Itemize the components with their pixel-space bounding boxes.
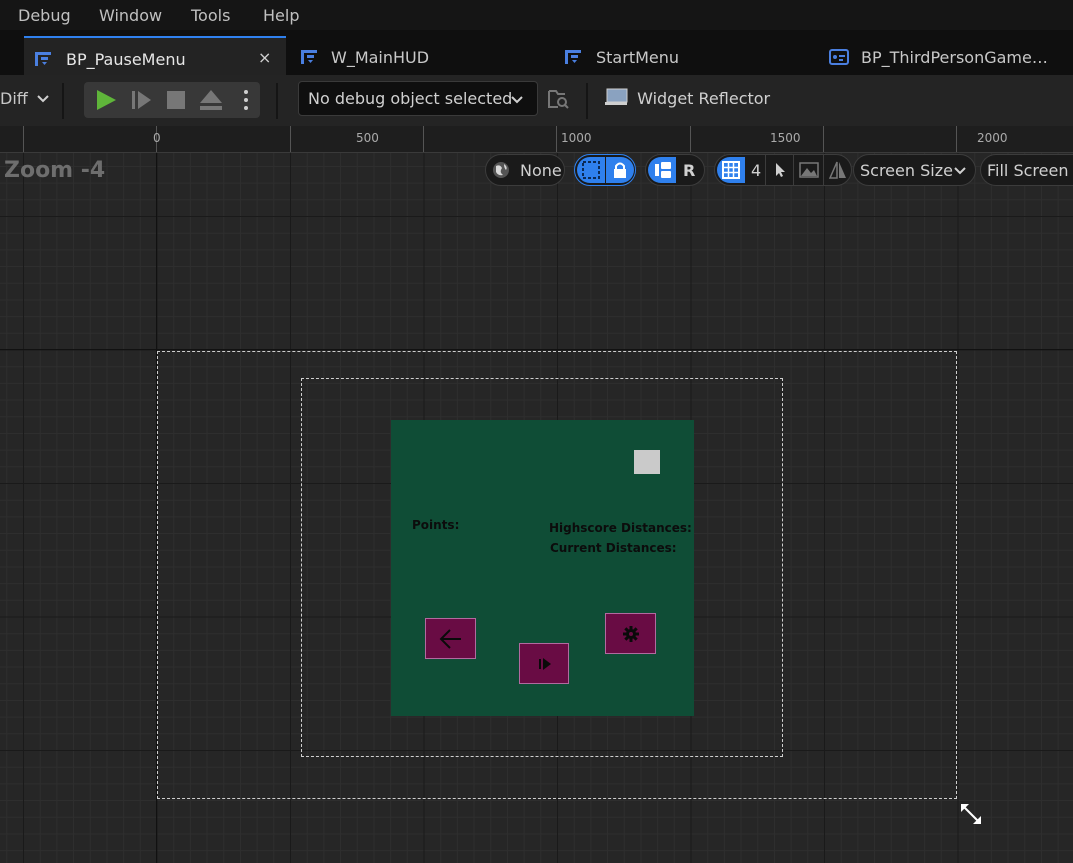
ruler-label: 2000 <box>977 131 1008 145</box>
menu-debug[interactable]: Debug <box>18 6 71 25</box>
tab-bp-thirdpersongame[interactable]: BP_ThirdPersonGame… <box>820 36 1073 75</box>
lock-icon <box>614 162 626 178</box>
highscore-distances-label: Highscore Distances: <box>549 521 692 535</box>
menu-bar: Debug Window Tools Help <box>0 0 1073 30</box>
close-icon[interactable]: × <box>258 48 271 67</box>
diff-dropdown[interactable]: Diff <box>0 89 49 108</box>
gamemode-blueprint-icon <box>829 49 849 65</box>
mirror-icon[interactable] <box>828 161 848 179</box>
cursor-icon[interactable] <box>773 162 787 178</box>
play-icon <box>539 658 551 670</box>
ruler-label: 0 <box>153 131 161 145</box>
debug-filter-icon[interactable] <box>547 88 569 110</box>
localization-preview-button[interactable]: None <box>485 154 565 186</box>
menu-window[interactable]: Window <box>99 6 162 25</box>
grid-snap-toggle[interactable] <box>717 157 745 183</box>
menu-help[interactable]: Help <box>263 6 299 25</box>
tab-startmenu[interactable]: StartMenu <box>554 36 816 75</box>
toolbar: Diff No debug object selected Widget Ref… <box>0 75 1073 126</box>
arrow-left-icon <box>439 629 461 649</box>
fill-screen-dropdown[interactable]: Fill Screen <box>980 154 1073 186</box>
ruler-tick <box>23 126 24 152</box>
play-icon[interactable] <box>94 89 118 111</box>
respect-locks-label[interactable]: R <box>683 161 695 180</box>
tab-bp-pausemenu[interactable]: BP_PauseMenu × <box>24 36 286 75</box>
grid-snap-group: 4 <box>714 154 852 186</box>
ruler-tick <box>690 126 691 152</box>
grid-icon <box>722 161 740 179</box>
eject-icon[interactable] <box>199 89 223 111</box>
toolbar-divider <box>62 83 64 119</box>
tab-label: StartMenu <box>596 48 680 67</box>
origin-axis-horizontal <box>0 349 1073 350</box>
zoom-level: Zoom -4 <box>4 158 106 183</box>
tab-label: BP_PauseMenu <box>66 50 186 69</box>
tab-label: BP_ThirdPersonGame… <box>861 48 1048 67</box>
grid-snap-value[interactable]: 4 <box>751 161 761 180</box>
dashed-outline-icon <box>582 161 600 179</box>
pill-divider <box>823 155 824 185</box>
step-icon[interactable] <box>131 90 153 110</box>
debug-object-select[interactable]: No debug object selected <box>298 81 538 116</box>
widget-reflector-label: Widget Reflector <box>637 89 771 108</box>
ruler-tick <box>423 126 424 152</box>
settings-button[interactable] <box>605 613 656 654</box>
back-button[interactable] <box>425 618 476 659</box>
chevron-down-icon <box>954 167 966 175</box>
respect-locks-group: R <box>645 154 705 186</box>
diff-label: Diff <box>0 89 28 108</box>
ruler-tick <box>823 126 824 152</box>
chevron-down-icon <box>37 95 49 103</box>
debug-object-label: No debug object selected <box>308 89 513 108</box>
stop-icon[interactable] <box>166 90 186 110</box>
current-distances-label: Current Distances: <box>550 541 677 555</box>
widget-blueprint-icon <box>565 50 581 64</box>
dashed-outline-toggle[interactable] <box>577 157 605 183</box>
globe-icon <box>493 162 509 178</box>
toolbar-divider <box>586 83 588 119</box>
widget-reflector-button[interactable]: Widget Reflector <box>604 87 770 108</box>
widget-layout-toggle[interactable] <box>648 157 676 183</box>
outline-lock-group <box>574 154 636 186</box>
ruler-tick <box>556 126 557 152</box>
chevron-down-icon <box>511 96 523 104</box>
widget-blueprint-icon <box>35 52 51 66</box>
close-image-widget[interactable] <box>634 450 660 474</box>
screen-size-label: Screen Size <box>860 161 953 180</box>
ruler-label: 500 <box>356 131 379 145</box>
play-controls <box>84 82 260 118</box>
widget-blueprint-icon <box>301 50 317 64</box>
localization-label: None <box>520 161 562 180</box>
fill-screen-label: Fill Screen <box>987 161 1069 180</box>
layout-icon <box>655 162 671 178</box>
points-label: Points: <box>412 518 460 532</box>
ruler-tick <box>956 126 957 152</box>
tab-w-mainhud[interactable]: W_MainHUD <box>290 36 548 75</box>
pill-divider <box>793 155 794 185</box>
screen-size-dropdown[interactable]: Screen Size <box>853 154 976 186</box>
resume-button[interactable] <box>519 643 569 684</box>
pill-divider <box>765 155 766 185</box>
widget-reflector-icon <box>605 88 628 105</box>
more-options-icon[interactable] <box>242 89 250 111</box>
ruler-label: 1000 <box>561 131 592 145</box>
gear-icon <box>623 626 639 642</box>
ruler-label: 1500 <box>770 131 801 145</box>
toolbar-divider <box>276 83 278 119</box>
tab-bar: BP_PauseMenu × W_MainHUD StartMenu BP_Th… <box>0 30 1073 75</box>
ruler-tick <box>290 126 291 152</box>
lock-toggle[interactable] <box>606 157 634 183</box>
resize-handle-icon[interactable] <box>958 801 984 827</box>
menu-tools[interactable]: Tools <box>191 6 230 25</box>
horizontal-ruler: 0 500 1000 1500 2000 <box>0 126 1073 153</box>
image-icon[interactable] <box>799 162 819 178</box>
tab-label: W_MainHUD <box>331 48 430 67</box>
